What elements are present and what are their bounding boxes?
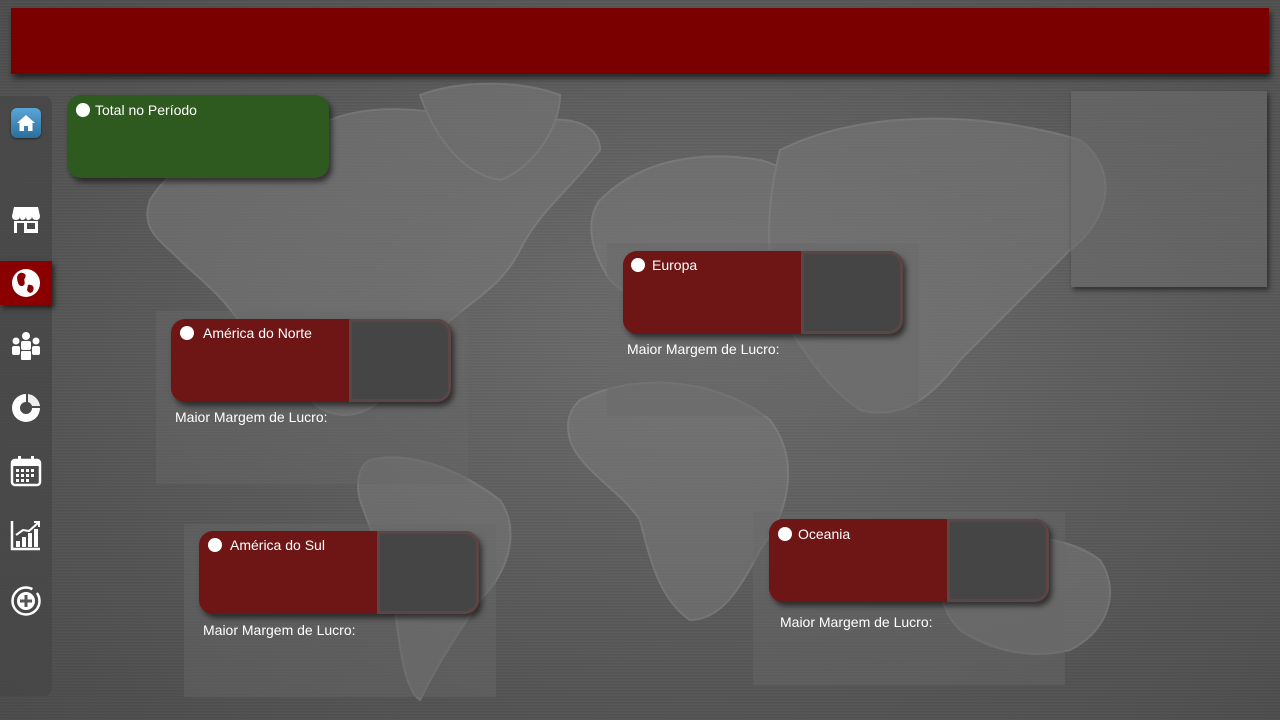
total-period-label: Total no Período bbox=[95, 102, 197, 118]
home-icon bbox=[17, 115, 35, 131]
sidebar-item-analytics[interactable] bbox=[0, 386, 52, 430]
region-status-dot bbox=[778, 527, 792, 541]
region-name-label: América do Norte bbox=[203, 325, 312, 341]
region-card-south-america[interactable]: América do Sul bbox=[199, 531, 479, 614]
margin-label-north-america: Maior Margem de Lucro: bbox=[175, 409, 328, 425]
sidebar-nav bbox=[0, 96, 52, 696]
calendar-icon bbox=[10, 456, 42, 487]
sidebar-item-home[interactable] bbox=[0, 101, 52, 145]
margin-label-oceania: Maior Margem de Lucro: bbox=[780, 614, 933, 630]
sidebar-item-add[interactable] bbox=[0, 579, 52, 623]
header-bar bbox=[11, 8, 1269, 74]
region-name-label: Oceania bbox=[798, 526, 851, 542]
region-value-box bbox=[947, 519, 1049, 602]
sidebar-item-users[interactable] bbox=[0, 324, 52, 368]
region-status-dot bbox=[180, 326, 194, 340]
margin-label-europe: Maior Margem de Lucro: bbox=[627, 341, 780, 357]
sidebar-item-reports[interactable] bbox=[0, 513, 52, 557]
total-status-dot bbox=[76, 103, 90, 117]
region-value-box bbox=[377, 531, 479, 614]
sidebar-item-store[interactable] bbox=[0, 197, 52, 241]
sidebar-item-regions[interactable] bbox=[0, 261, 52, 305]
store-icon bbox=[12, 207, 40, 233]
region-name-label: América do Sul bbox=[230, 537, 325, 553]
region-name-label: Europa bbox=[652, 257, 698, 273]
region-value-box bbox=[801, 251, 903, 334]
sidebar-item-calendar[interactable] bbox=[0, 449, 52, 493]
region-value-box bbox=[349, 319, 451, 402]
total-period-card[interactable]: Total no Período bbox=[67, 95, 329, 178]
region-card-europe[interactable]: Europa bbox=[623, 251, 903, 334]
bar-chart-icon bbox=[10, 521, 40, 551]
region-status-dot bbox=[631, 258, 645, 272]
donut-chart-icon bbox=[12, 394, 40, 422]
region-card-oceania[interactable]: Oceania bbox=[769, 519, 1049, 602]
region-status-dot bbox=[208, 538, 222, 552]
group-icon bbox=[12, 332, 40, 360]
region-card-north-america[interactable]: América do Norte bbox=[171, 319, 451, 402]
top-right-panel bbox=[1071, 91, 1267, 287]
margin-label-south-america: Maior Margem de Lucro: bbox=[203, 622, 356, 638]
add-circle-icon bbox=[11, 586, 41, 616]
globe-icon bbox=[12, 269, 40, 297]
